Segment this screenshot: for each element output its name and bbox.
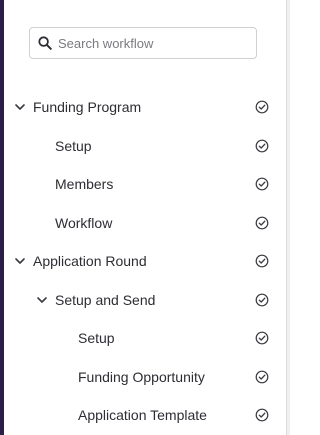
check-circle-icon xyxy=(255,216,269,230)
workflow-tree: Funding Program Setup Members Workflow A… xyxy=(0,88,287,435)
search-input[interactable] xyxy=(58,35,248,51)
tree-item-workflow[interactable]: Workflow xyxy=(0,204,287,243)
tree-item-setup-and-send[interactable]: Setup and Send xyxy=(0,281,287,320)
tree-item-funding-opportunity[interactable]: Funding Opportunity xyxy=(0,358,287,397)
chevron-down-icon[interactable] xyxy=(14,101,26,113)
tree-item-setup-nested[interactable]: Setup xyxy=(0,319,287,358)
check-circle-icon xyxy=(255,370,269,384)
chevron-down-icon[interactable] xyxy=(14,255,26,267)
tree-item-label: Workflow xyxy=(55,214,113,231)
search-icon xyxy=(38,36,52,50)
tree-item-label: Setup xyxy=(55,137,92,154)
tree-item-application-round[interactable]: Application Round xyxy=(0,242,287,281)
tree-item-label: Funding Program xyxy=(33,99,142,116)
chevron-down-icon[interactable] xyxy=(36,294,48,306)
check-circle-icon xyxy=(255,139,269,153)
tree-item-label: Members xyxy=(55,176,114,193)
check-circle-icon xyxy=(255,293,269,307)
tree-item-members[interactable]: Members xyxy=(0,165,287,204)
check-circle-icon xyxy=(255,254,269,268)
search-box[interactable] xyxy=(29,27,257,59)
tree-item-label: Setup and Send xyxy=(55,291,156,308)
tree-item-label: Funding Opportunity xyxy=(78,368,205,385)
tree-item-label: Application Round xyxy=(33,253,147,270)
check-circle-icon xyxy=(255,408,269,422)
tree-item-application-template[interactable]: Application Template xyxy=(0,396,287,435)
check-circle-icon xyxy=(255,331,269,345)
tree-item-label: Application Template xyxy=(78,407,207,424)
tree-item-label: Setup xyxy=(78,330,115,347)
tree-item-setup[interactable]: Setup xyxy=(0,127,287,166)
tree-item-funding-program[interactable]: Funding Program xyxy=(0,88,287,127)
check-circle-icon xyxy=(255,177,269,191)
check-circle-icon xyxy=(255,100,269,114)
